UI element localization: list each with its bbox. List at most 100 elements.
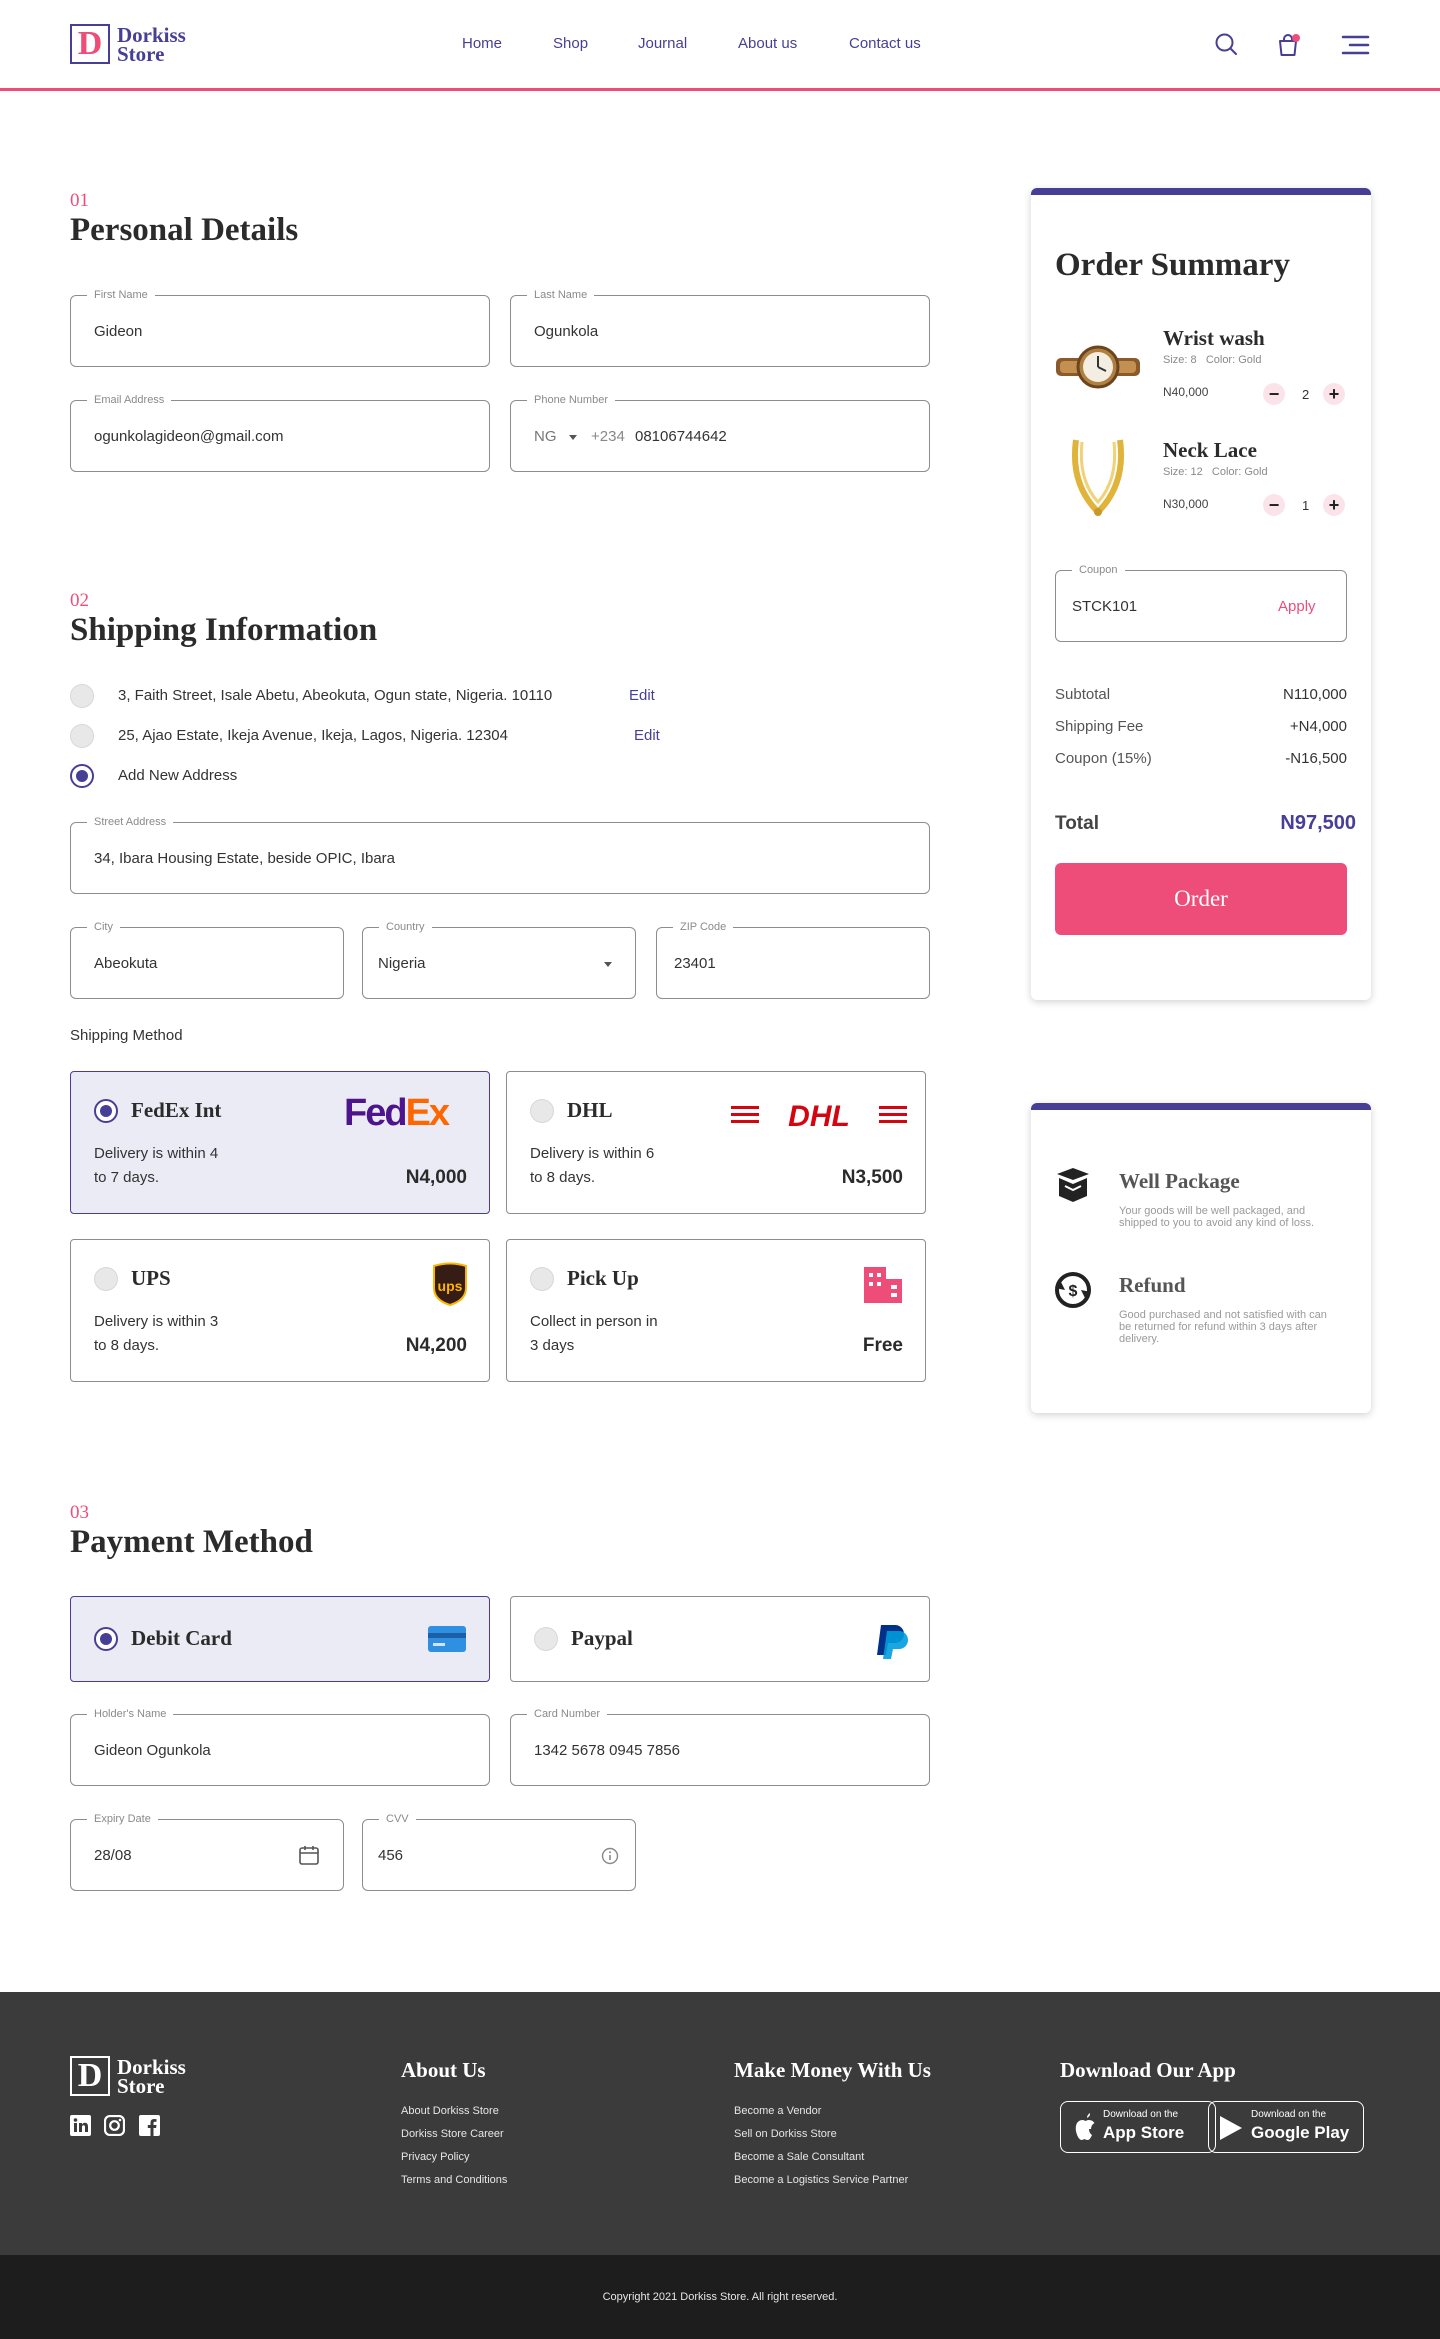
subtotal-label: Subtotal	[1055, 686, 1111, 703]
first-name-value: Gideon	[94, 323, 143, 340]
item-price-1: N40,000	[1163, 385, 1209, 399]
shipping-option-pickup[interactable]: Pick Up Collect in person in 3 days Free	[506, 1239, 926, 1382]
calendar-icon[interactable]	[298, 1844, 320, 1866]
instagram-icon[interactable]	[104, 2115, 125, 2136]
item-name-2: Neck Lace	[1163, 438, 1257, 462]
subtotal-value: N110,000	[1283, 686, 1347, 703]
expiry-date-field[interactable]: Expiry Date 28/08	[70, 1812, 344, 1891]
nav-journal[interactable]: Journal	[638, 35, 687, 52]
facebook-icon[interactable]	[139, 2115, 160, 2136]
section-title-personal: Personal Details	[70, 212, 299, 248]
email-field[interactable]: Email Address ogunkolagideon@gmail.com	[70, 393, 490, 472]
qty-decrease-button-2[interactable]: −	[1263, 494, 1285, 516]
street-value: 34, Ibara Housing Estate, beside OPIC, I…	[94, 850, 396, 867]
app-store-big-text: App Store	[1103, 2123, 1185, 2142]
email-label: Email Address	[87, 393, 172, 407]
address-text-1: 3, Faith Street, Isale Abetu, Abeokuta, …	[118, 687, 553, 704]
payment-option-debit-card[interactable]: Debit Card	[70, 1596, 490, 1682]
footer-logo-text[interactable]: Dorkiss Store	[117, 2057, 186, 2097]
linkedin-icon[interactable]	[70, 2115, 91, 2136]
shipping-option-ups[interactable]: UPS Delivery is within 3 to 8 days. N4,2…	[70, 1239, 490, 1382]
qty-increase-button-1[interactable]: +	[1323, 383, 1345, 405]
address-radio-2[interactable]	[70, 724, 94, 748]
cvv-field[interactable]: CVV 456	[362, 1812, 636, 1891]
expiry-label: Expiry Date	[87, 1812, 158, 1826]
add-new-address-radio[interactable]	[70, 764, 94, 788]
country-label: Country	[379, 920, 432, 934]
item-name-1: Wrist wash	[1163, 326, 1265, 350]
footer-link-terms[interactable]: Terms and Conditions	[401, 2174, 507, 2186]
item-qty-2: 1	[1302, 498, 1310, 513]
address-edit-2[interactable]: Edit	[634, 727, 660, 744]
holder-name-field[interactable]: Holder's Name Gideon Ogunkola	[70, 1707, 490, 1786]
qty-increase-button-2[interactable]: +	[1323, 494, 1345, 516]
nav-shop[interactable]: Shop	[553, 35, 588, 52]
first-name-field[interactable]: First Name Gideon	[70, 288, 490, 367]
cart-icon[interactable]	[1276, 32, 1302, 58]
ups-radio[interactable]	[94, 1267, 118, 1291]
dhl-radio[interactable]	[530, 1099, 554, 1123]
order-button[interactable]: Order	[1055, 863, 1347, 935]
first-name-label: First Name	[87, 288, 155, 302]
phone-country-select[interactable]: NG	[534, 428, 557, 445]
city-field[interactable]: City Abeokuta	[70, 920, 344, 999]
footer-link-sell[interactable]: Sell on Dorkiss Store	[734, 2128, 837, 2140]
address-radio-1[interactable]	[70, 684, 94, 708]
footer-link-logistics[interactable]: Become a Logistics Service Partner	[734, 2174, 908, 2186]
item-color-1: Color: Gold	[1205, 354, 1262, 366]
nav-home[interactable]: Home	[462, 35, 502, 52]
last-name-value: Ogunkola	[534, 323, 599, 340]
pickup-title: Pick Up	[567, 1266, 639, 1290]
card-number-field[interactable]: Card Number 1342 5678 0945 7856	[510, 1707, 930, 1786]
chevron-down-icon	[569, 435, 577, 440]
cvv-value: 456	[378, 1847, 404, 1864]
ups-desc: Delivery is within 3 to 8 days.	[94, 1310, 218, 1358]
street-address-field[interactable]: Street Address 34, Ibara Housing Estate,…	[70, 815, 930, 894]
holder-name-value: Gideon Ogunkola	[94, 1742, 211, 1759]
footer-logo-mark[interactable]: D	[70, 2056, 110, 2096]
building-icon	[864, 1267, 902, 1303]
last-name-label: Last Name	[527, 288, 595, 302]
dhl-desc-line2: to 8 days.	[530, 1169, 596, 1186]
zip-field[interactable]: ZIP Code 23401	[656, 920, 930, 999]
fedex-desc-line2: to 7 days.	[94, 1169, 160, 1186]
shipping-fee-label: Shipping Fee	[1055, 718, 1144, 735]
package-icon	[1057, 1168, 1089, 1202]
fedex-radio[interactable]	[94, 1099, 118, 1123]
logo-mark[interactable]: D	[70, 24, 110, 64]
wrist-watch-image	[1056, 345, 1140, 389]
shipping-option-dhl[interactable]: DHL Delivery is within 6 to 8 days. N3,5…	[506, 1071, 926, 1214]
coupon-field[interactable]: Coupon STCK101 Apply	[1055, 563, 1347, 642]
phone-field[interactable]: Phone Number NG +234 08106744642	[510, 393, 930, 472]
paypal-radio[interactable]	[534, 1627, 558, 1651]
search-icon[interactable]	[1214, 32, 1238, 56]
feature-desc-package: Your goods will be well packaged, and sh…	[1119, 1205, 1315, 1229]
menu-icon[interactable]	[1340, 34, 1370, 56]
footer-link-about[interactable]: About Dorkiss Store	[401, 2105, 499, 2117]
qty-decrease-button-1[interactable]: −	[1263, 383, 1285, 405]
shipping-option-fedex[interactable]: FedEx Int Delivery is within 4 to 7 days…	[70, 1071, 490, 1214]
logo-text[interactable]: Dorkiss Store	[117, 25, 186, 65]
debit-card-radio[interactable]	[94, 1627, 118, 1651]
nav-about[interactable]: About us	[738, 35, 797, 52]
debit-card-title: Debit Card	[131, 1626, 232, 1650]
nav-contact[interactable]: Contact us	[849, 35, 921, 52]
dhl-title: DHL	[567, 1098, 613, 1122]
google-play-small-text: Download on the	[1251, 2109, 1327, 2120]
fedex-desc-line1: Delivery is within 4	[94, 1145, 219, 1162]
apply-coupon-button[interactable]: Apply	[1278, 598, 1316, 615]
last-name-field[interactable]: Last Name Ogunkola	[510, 288, 930, 367]
footer-link-consultant[interactable]: Become a Sale Consultant	[734, 2151, 864, 2163]
country-select[interactable]: Country Nigeria	[362, 920, 636, 999]
footer-link-career[interactable]: Dorkiss Store Career	[401, 2128, 504, 2140]
payment-option-paypal[interactable]: Paypal	[510, 1596, 930, 1682]
dhl-desc-line1: Delivery is within 6	[530, 1145, 655, 1162]
google-play-button[interactable]: Download on the Google Play	[1208, 2101, 1364, 2153]
info-icon[interactable]	[601, 1847, 619, 1865]
footer-link-privacy[interactable]: Privacy Policy	[401, 2151, 469, 2163]
app-store-button[interactable]: Download on the App Store	[1060, 2101, 1216, 2153]
address-edit-1[interactable]: Edit	[629, 687, 655, 704]
footer-link-vendor[interactable]: Become a Vendor	[734, 2105, 821, 2117]
ups-price: N4,200	[405, 1335, 467, 1356]
pickup-radio[interactable]	[530, 1267, 554, 1291]
